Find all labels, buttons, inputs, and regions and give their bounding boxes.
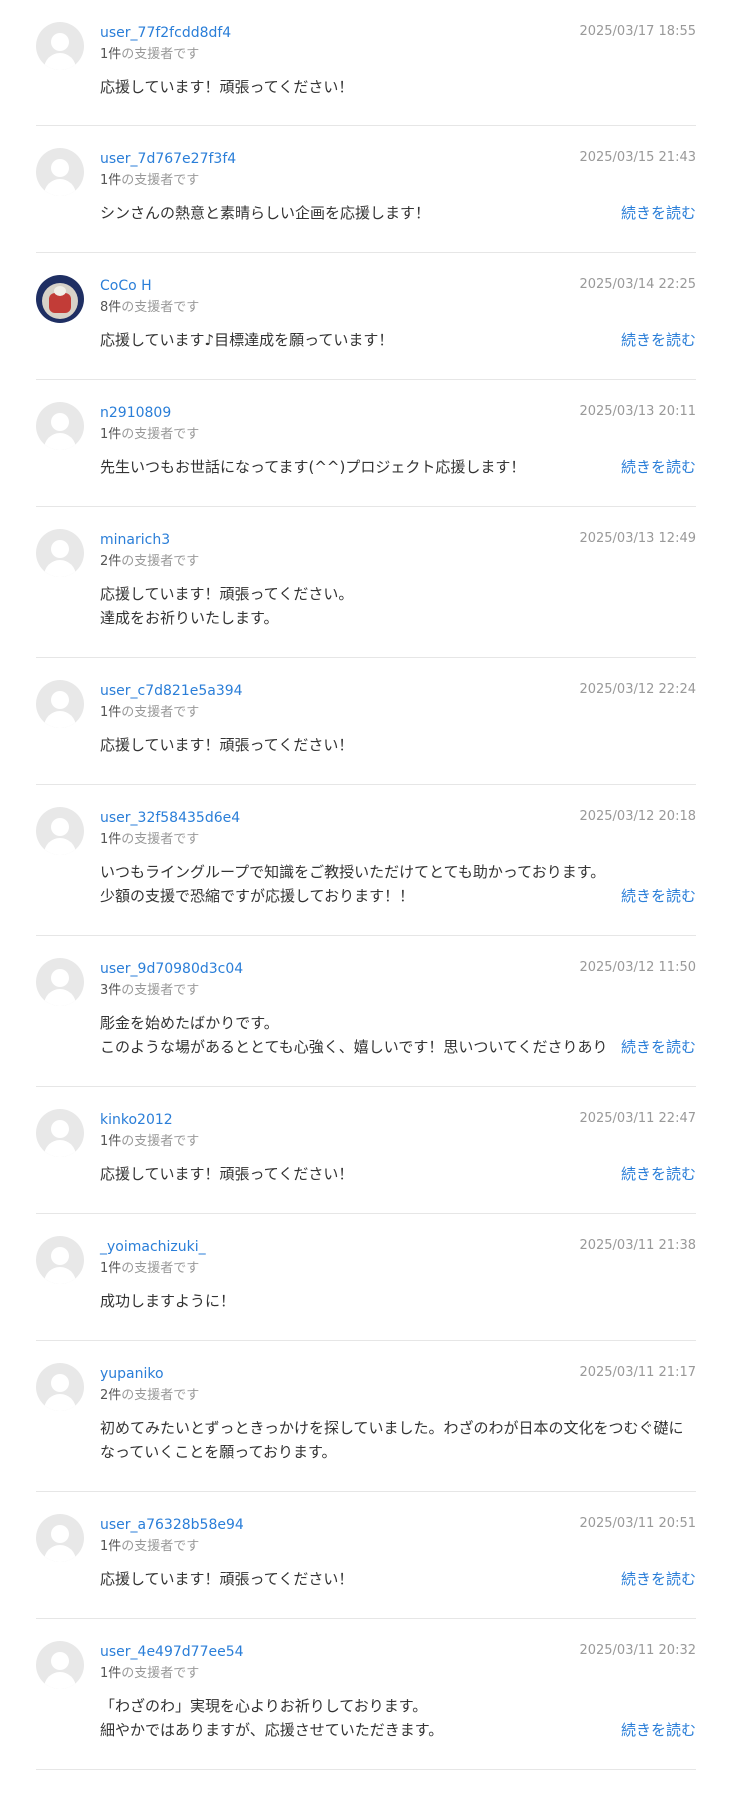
read-more-link[interactable]: 続きを読む [621, 1567, 696, 1591]
comment-date: 2025/03/14 22:25 [579, 277, 696, 292]
support-count: 1件の支援者です [100, 832, 200, 847]
comment-text: 成功しますように！ [100, 1292, 236, 1310]
comment-text: 彫金を始めたばかりです。 このような場があるととても心強く、嬉しいです！思いつい… [100, 1014, 608, 1056]
comment-item: user_7d767e27f3f4 1件の支援者です 2025/03/15 21… [36, 126, 696, 253]
read-more-link[interactable]: 続きを読む [621, 1718, 696, 1742]
supporter-name[interactable]: minarich3 [100, 531, 170, 549]
user-avatar-icon[interactable] [36, 22, 84, 70]
comment-item: yupaniko 2件の支援者です 2025/03/11 21:17 初めてみた… [36, 1341, 696, 1492]
user-avatar-icon[interactable] [36, 1641, 84, 1689]
support-count: 8件の支援者です [100, 300, 200, 315]
supporter-name[interactable]: n2910809 [100, 404, 171, 422]
user-avatar-icon[interactable] [36, 807, 84, 855]
supporter-name[interactable]: user_77f2fcdd8df4 [100, 24, 231, 42]
comment-text: 初めてみたいとずっときっかけを探していました。わざのわが日本の文化をつむぐ礎に … [100, 1419, 684, 1461]
comment-item: _yoimachizuki_ 1件の支援者です 2025/03/11 21:38… [36, 1214, 696, 1341]
comment-date: 2025/03/11 20:51 [579, 1516, 696, 1531]
comment-text: 応援しています！頑張ってください！ [100, 78, 354, 96]
profile-photo-icon[interactable] [36, 275, 84, 323]
read-more-link[interactable]: 続きを読む [621, 1162, 696, 1186]
user-avatar-icon[interactable] [36, 958, 84, 1006]
user-avatar-icon[interactable] [36, 1363, 84, 1411]
comment-item: user_a76328b58e94 1件の支援者です 2025/03/11 20… [36, 1492, 696, 1619]
comment-text: 応援しています！頑張ってください！ [100, 1570, 354, 1588]
read-more-link[interactable]: 続きを読む [621, 455, 696, 479]
supporter-name[interactable]: CoCo H [100, 277, 152, 295]
comment-date: 2025/03/12 22:24 [579, 682, 696, 697]
support-count: 1件の支援者です [100, 47, 200, 62]
comment-text: 「わざのわ」実現を心よりお祈りしております。 細やかではありますが、応援させてい… [100, 1697, 444, 1739]
comment-item: user_32f58435d6e4 1件の支援者です 2025/03/12 20… [36, 785, 696, 936]
comment-date: 2025/03/11 22:47 [579, 1111, 696, 1126]
supporter-name[interactable]: kinko2012 [100, 1111, 173, 1129]
comment-item: user_9d70980d3c04 3件の支援者です 2025/03/12 11… [36, 936, 696, 1087]
support-count: 1件の支援者です [100, 427, 200, 442]
comment-text: シンさんの熱意と素晴らしい企画を応援します！ [100, 204, 431, 222]
comment-text: 応援しています！頑張ってください！ [100, 736, 354, 754]
comment-text: 応援しています！頑張ってください。 達成をお祈りいたします。 [100, 585, 354, 627]
support-count: 1件の支援者です [100, 1134, 200, 1149]
comment-item: CoCo H 8件の支援者です 2025/03/14 22:25 応援しています… [36, 253, 696, 380]
supporter-name[interactable]: user_a76328b58e94 [100, 1516, 244, 1534]
comment-text: 応援しています♪目標達成を願っています！ [100, 331, 394, 349]
comment-text: 先生いつもお世話になってます(^^)プロジェクト応援します！ [100, 458, 526, 476]
comment-date: 2025/03/11 20:32 [579, 1643, 696, 1658]
read-more-link[interactable]: 続きを読む [621, 1035, 696, 1059]
support-count: 2件の支援者です [100, 1388, 200, 1403]
support-count: 3件の支援者です [100, 983, 200, 998]
supporter-name[interactable]: user_32f58435d6e4 [100, 809, 240, 827]
comment-item: minarich3 2件の支援者です 2025/03/13 12:49 応援して… [36, 507, 696, 658]
comment-date: 2025/03/13 12:49 [579, 531, 696, 546]
comment-date: 2025/03/11 21:38 [579, 1238, 696, 1253]
user-avatar-icon[interactable] [36, 680, 84, 728]
comment-item: n2910809 1件の支援者です 2025/03/13 20:11 先生いつも… [36, 380, 696, 507]
supporter-name[interactable]: user_4e497d77ee54 [100, 1643, 244, 1661]
support-count: 1件の支援者です [100, 1539, 200, 1554]
comment-list: user_77f2fcdd8df4 1件の支援者です 2025/03/17 18… [0, 0, 732, 1770]
comment-text: 応援しています！頑張ってください！ [100, 1165, 354, 1183]
read-more-link[interactable]: 続きを読む [621, 201, 696, 225]
support-count: 1件の支援者です [100, 173, 200, 188]
user-avatar-icon[interactable] [36, 148, 84, 196]
supporter-name[interactable]: user_c7d821e5a394 [100, 682, 243, 700]
comment-item: user_4e497d77ee54 1件の支援者です 2025/03/11 20… [36, 1619, 696, 1770]
comment-date: 2025/03/12 20:18 [579, 809, 696, 824]
support-count: 1件の支援者です [100, 1666, 200, 1681]
read-more-link[interactable]: 続きを読む [621, 328, 696, 352]
supporter-name[interactable]: user_9d70980d3c04 [100, 960, 243, 978]
supporter-name[interactable]: yupaniko [100, 1365, 164, 1383]
user-avatar-icon[interactable] [36, 1109, 84, 1157]
comment-date: 2025/03/17 18:55 [579, 24, 696, 39]
user-avatar-icon[interactable] [36, 529, 84, 577]
supporter-name[interactable]: user_7d767e27f3f4 [100, 150, 236, 168]
supporter-name[interactable]: _yoimachizuki_ [100, 1238, 206, 1256]
comment-date: 2025/03/13 20:11 [579, 404, 696, 419]
comment-item: user_77f2fcdd8df4 1件の支援者です 2025/03/17 18… [36, 0, 696, 126]
user-avatar-icon[interactable] [36, 402, 84, 450]
comment-text: いつもライングループで知識をご教授いただけてとても助かっております。 少額の支援… [100, 863, 606, 905]
support-count: 1件の支援者です [100, 1261, 200, 1276]
comment-date: 2025/03/11 21:17 [579, 1365, 696, 1380]
read-more-link[interactable]: 続きを読む [621, 884, 696, 908]
comment-item: user_c7d821e5a394 1件の支援者です 2025/03/12 22… [36, 658, 696, 785]
comment-date: 2025/03/15 21:43 [579, 150, 696, 165]
user-avatar-icon[interactable] [36, 1236, 84, 1284]
user-avatar-icon[interactable] [36, 1514, 84, 1562]
comment-date: 2025/03/12 11:50 [579, 960, 696, 975]
support-count: 1件の支援者です [100, 705, 200, 720]
comment-item: kinko2012 1件の支援者です 2025/03/11 22:47 応援して… [36, 1087, 696, 1214]
support-count: 2件の支援者です [100, 554, 200, 569]
